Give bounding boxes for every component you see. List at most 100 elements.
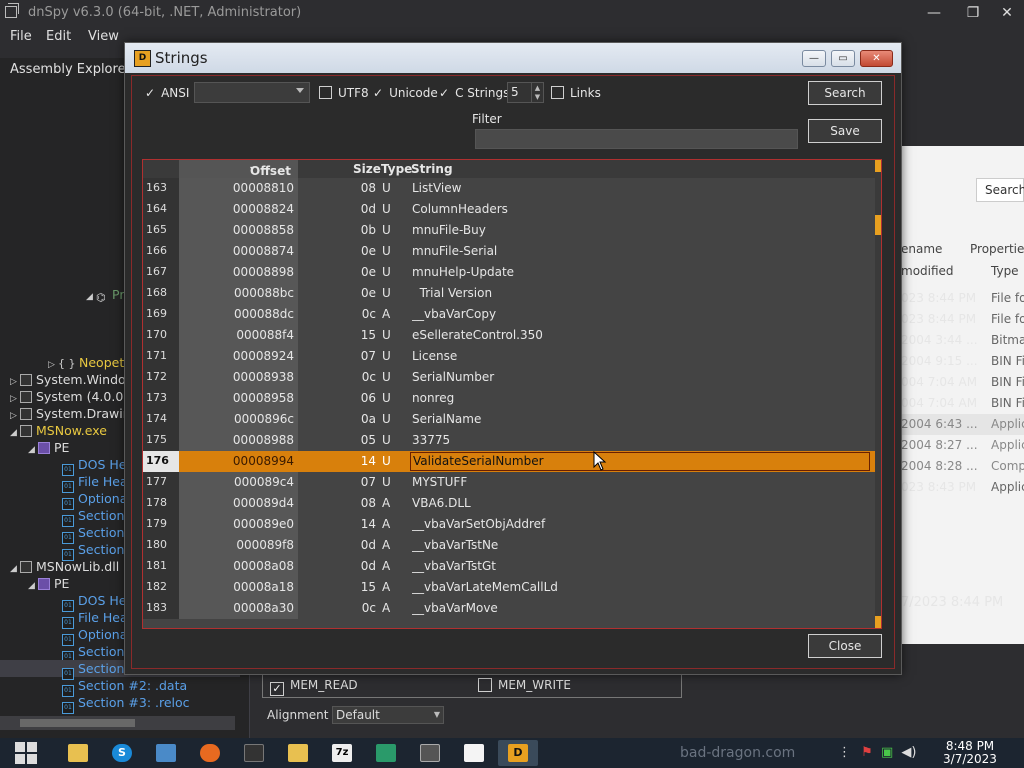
tree-item-header[interactable]: 01 Optiona <box>62 490 127 510</box>
tree-item-pe[interactable]: ◢ PE <box>28 439 69 456</box>
table-row[interactable]: 164 00008824 0d U ColumnHeaders <box>143 199 875 220</box>
tree-item-section[interactable]: 01 Section <box>62 507 124 527</box>
taskbar-dnspy[interactable]: D <box>498 740 538 766</box>
file-row[interactable]: 004 7:04 AM BIN Fi <box>901 372 1024 393</box>
menu-view[interactable]: View <box>88 29 119 44</box>
dialog-minimize-button[interactable]: — <box>802 50 826 67</box>
table-row[interactable]: 178 000089d4 08 A VBA6.DLL <box>143 493 875 514</box>
start-button[interactable] <box>4 740 48 766</box>
col-size[interactable]: Size <box>353 162 381 176</box>
tree-item-section-data[interactable]: 01 Section #2: .data <box>62 677 187 697</box>
scroll-down-icon[interactable] <box>875 616 881 628</box>
table-row[interactable]: 171 00008924 07 U License <box>143 346 875 367</box>
tree-item-section[interactable]: 01 Section <box>62 524 124 544</box>
table-row[interactable]: 165 00008858 0b UmnuFile-Buy <box>143 220 875 241</box>
col-string[interactable]: String <box>411 162 453 176</box>
scrollbar-thumb[interactable] <box>20 719 135 727</box>
more-icon[interactable]: ⋮ <box>838 745 851 760</box>
save-button[interactable]: Save <box>808 119 882 143</box>
table-row[interactable]: 181 00008a08 0d A __vbaVarTstGt <box>143 556 875 577</box>
table-row[interactable]: 163 00008810 08 U ListView <box>143 178 875 199</box>
tree-item-section[interactable]: 01 Section <box>62 643 124 663</box>
grid-vertical-scrollbar[interactable] <box>875 160 881 628</box>
tree-horizontal-scrollbar[interactable] <box>0 716 235 730</box>
maximize-button[interactable]: ❐ <box>958 2 988 24</box>
stepper-down-icon[interactable]: ▼ <box>531 92 543 102</box>
minimize-button[interactable]: — <box>919 2 949 24</box>
table-row[interactable]: 170 000088f4 15 UeSellerateControl.350 <box>143 325 875 346</box>
tree-item-section-reloc[interactable]: 01 Section #3: .reloc <box>62 694 190 714</box>
table-row[interactable]: 168 000088bc 0e U Trial Version <box>143 283 875 304</box>
table-row-selected[interactable]: 176 00008994 14 U ValidateSerialNumber <box>143 451 875 472</box>
tree-item-assembly-msnow[interactable]: ◢ MSNow.exe <box>10 422 107 439</box>
table-row[interactable]: 180 000089f8 0d A __vbaVarTstNe <box>143 535 875 556</box>
tree-item-assembly-msnowlib[interactable]: ◢ MSNowLib.dll <box>10 558 119 575</box>
taskbar-7zip[interactable]: 7z <box>322 740 362 766</box>
flag-icon[interactable]: ⚑ <box>861 745 873 760</box>
col-type[interactable]: Type <box>381 162 412 176</box>
table-row[interactable]: 169 000088dc 0c A __vbaVarCopy <box>143 304 875 325</box>
menu-edit[interactable]: Edit <box>46 29 71 44</box>
file-row[interactable]: 2004 8:27 ...Applic <box>901 435 1024 456</box>
links-checkbox[interactable]: Links <box>551 86 601 100</box>
file-row[interactable]: 2004 6:43 ...Applic <box>901 414 1024 435</box>
volume-icon[interactable]: ◀) <box>901 745 916 760</box>
taskbar-app-green[interactable] <box>366 740 406 766</box>
utf8-checkbox[interactable]: UTF8 <box>319 86 369 100</box>
table-row[interactable]: 172 00008938 0c U SerialNumber <box>143 367 875 388</box>
filter-input[interactable] <box>475 129 798 149</box>
ansi-encoding-select[interactable] <box>194 82 310 103</box>
tree-item-header[interactable]: 01 DOS He <box>62 456 126 476</box>
taskbar-notepad[interactable] <box>454 740 494 766</box>
taskbar-app[interactable] <box>146 740 186 766</box>
tree-item-assembly[interactable]: ▷ System.Windo <box>10 371 126 388</box>
table-row[interactable]: 182 00008a18 15 A __vbaVarLateMemCallLd <box>143 577 875 598</box>
network-icon[interactable]: ▣ <box>881 745 893 760</box>
dialog-close-x-button[interactable]: ✕ <box>860 50 893 67</box>
taskbar-folder[interactable] <box>278 740 318 766</box>
dialog-maximize-button[interactable]: ▭ <box>831 50 855 67</box>
scroll-up-icon[interactable] <box>875 160 881 172</box>
ansi-checkbox[interactable]: ✓ ANSI <box>145 86 189 100</box>
file-row[interactable]: 2004 8:28 ...Compi <box>901 456 1024 477</box>
file-row[interactable]: 2004 9:15 ... BIN Fi <box>901 351 1024 372</box>
tree-item-header[interactable]: 01 DOS He <box>62 592 126 612</box>
alignment-select[interactable]: Default ▼ <box>332 706 444 724</box>
explorer-search-input[interactable]: Search <box>976 178 1024 202</box>
taskbar-skype[interactable]: S <box>102 740 142 766</box>
tree-item-section[interactable]: 01 Section <box>62 541 124 561</box>
table-row[interactable]: 174 0000896c 0a U SerialName <box>143 409 875 430</box>
scrollbar-thumb[interactable] <box>875 215 881 235</box>
close-button[interactable]: Close <box>808 634 882 658</box>
min-length-stepper[interactable]: 5 ▲ ▼ <box>507 82 544 103</box>
table-row[interactable]: 166 00008874 0e UmnuFile-Serial <box>143 241 875 262</box>
table-row[interactable]: 175 00008988 05 U 33775 <box>143 430 875 451</box>
unicode-checkbox[interactable]: ✓ Unicode <box>373 86 438 100</box>
tree-item-assembly[interactable]: ▷ System (4.0.0 <box>10 388 123 405</box>
table-row[interactable]: 179 000089e0 14 A __vbaVarSetObjAddref <box>143 514 875 535</box>
table-row[interactable]: 173 00008958 06 Unonreg <box>143 388 875 409</box>
col-header-type[interactable]: Type <box>991 264 1019 278</box>
search-button[interactable]: Search <box>808 81 882 105</box>
taskbar-clock[interactable]: 8:48 PM 3/7/2023 <box>930 740 1010 766</box>
tree-item-header[interactable]: 01 File Hea <box>62 473 128 493</box>
file-row[interactable]: 004 7:04 AM BIN Fi <box>901 393 1024 414</box>
taskbar-app-dark[interactable] <box>234 740 274 766</box>
table-row[interactable]: 177 000089c4 07 U MYSTUFF <box>143 472 875 493</box>
file-row[interactable]: 023 8:44 PM File fo <box>901 309 1024 330</box>
table-row[interactable]: 167 00008898 0e UmnuHelp-Update <box>143 262 875 283</box>
tree-item-pe[interactable]: ◢ PE <box>28 575 69 592</box>
col-header-name[interactable]: ename <box>901 242 942 256</box>
cstrings-checkbox[interactable]: ✓ C Strings <box>439 86 509 100</box>
col-header-properties[interactable]: Properties <box>970 242 1024 256</box>
expand-arrow-icon[interactable]: ◢ <box>86 289 96 306</box>
tree-item-assembly[interactable]: ▷ System.Drawin <box>10 405 131 422</box>
mem-write-checkbox[interactable]: MEM_WRITE <box>478 678 571 692</box>
close-window-button[interactable]: ✕ <box>992 2 1022 24</box>
tree-item-header[interactable]: 01 File Hea <box>62 609 128 629</box>
col-header-modified[interactable]: modified <box>901 264 954 278</box>
table-row[interactable]: 183 00008a30 0c A __vbaVarMove <box>143 598 875 619</box>
file-row[interactable]: 023 8:44 PM File fo <box>901 288 1024 309</box>
tree-item-header[interactable]: 01 Optiona <box>62 626 127 646</box>
menu-file[interactable]: File <box>10 29 32 44</box>
